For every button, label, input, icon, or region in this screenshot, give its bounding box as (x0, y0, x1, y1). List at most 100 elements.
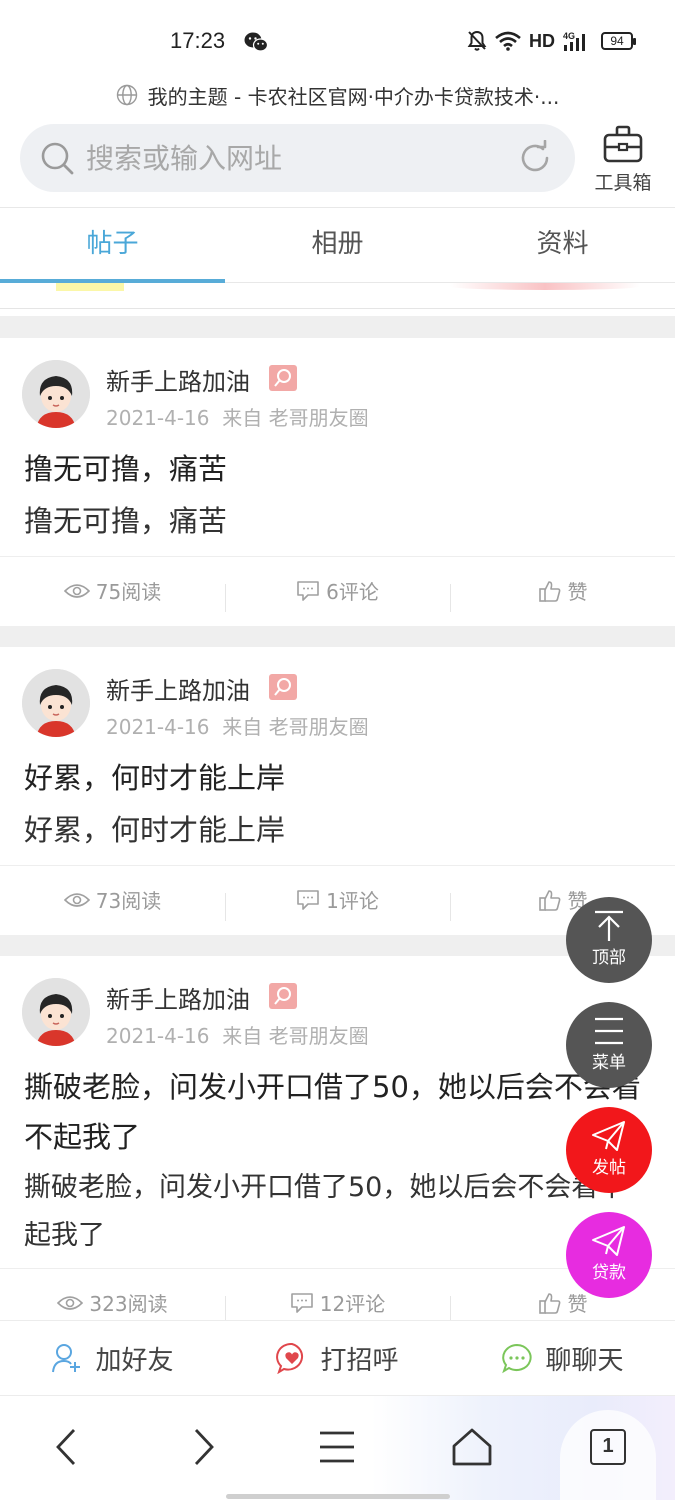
page-title: 我的主题 - 卡农社区官网·中介办卡贷款技术·... (147, 84, 560, 109)
like-button[interactable]: 赞 (450, 576, 675, 612)
post-title[interactable]: 好累，何时才能上岸 (24, 753, 651, 803)
signal-icon: 4G (563, 31, 585, 51)
menu-label: 菜单 (592, 1053, 626, 1073)
comment-button[interactable]: 6评论 (225, 576, 450, 612)
post-source: 来自 老哥朋友圈 (222, 715, 369, 739)
comment-count-label: 1评论 (326, 889, 379, 913)
post-body[interactable]: 撕破老脸，问发小开口借了50，她以后会不会看不起我了 (24, 1164, 645, 1260)
globe-icon (116, 84, 137, 106)
level-badge-icon (269, 983, 297, 1009)
post-title[interactable]: 撸无可撸，痛苦 (24, 444, 651, 494)
new-post-label: 发帖 (592, 1158, 626, 1178)
search-bar[interactable] (20, 124, 575, 192)
read-count: 75阅读 (0, 576, 225, 605)
author-name[interactable]: 新手上路加油 (106, 671, 250, 706)
comment-button[interactable]: 12评论 (225, 1288, 450, 1320)
status-time: 17:23 (170, 28, 226, 53)
post-date: 2021-4-16 (106, 406, 210, 430)
comment-button[interactable]: 1评论 (225, 885, 450, 921)
post-card[interactable]: 新手上路加油 2021-4-16 来自 老哥朋友圈 好累，何时才能上岸 好累，何… (0, 647, 675, 935)
loan-label: 贷款 (592, 1263, 626, 1283)
toolbox-button[interactable]: 工具箱 (588, 124, 658, 196)
read-count-label: 323阅读 (89, 1292, 168, 1316)
post-date: 2021-4-16 (106, 1024, 210, 1048)
level-badge-icon (269, 674, 297, 700)
comment-icon (297, 889, 319, 910)
svg-text:4G: 4G (563, 31, 575, 41)
profile-tabs: 帖子 相册 资料 (0, 207, 675, 283)
comment-count-label: 6评论 (326, 580, 379, 604)
chat-button[interactable]: 聊聊天 (450, 1321, 675, 1395)
battery-icon: 94 (601, 32, 636, 50)
author-name[interactable]: 新手上路加油 (106, 362, 250, 397)
eye-icon (63, 583, 90, 598)
new-post-button[interactable]: 发帖 (566, 1107, 652, 1193)
highlight-mark (56, 283, 124, 291)
browser-menu-button[interactable] (312, 1422, 362, 1472)
chevron-left-icon (56, 1429, 76, 1465)
post-source: 来自 老哥朋友圈 (222, 1024, 369, 1048)
thumbs-up-icon (538, 580, 560, 602)
hamburger-icon (320, 1431, 354, 1463)
tab-profile[interactable]: 资料 (450, 208, 675, 282)
previous-post-edge (0, 283, 675, 309)
post-meta: 2021-4-16 来自 老哥朋友圈 (106, 402, 369, 431)
status-icons: HD 4G 94 (467, 30, 636, 52)
author-name[interactable]: 新手上路加油 (106, 980, 250, 1015)
avatar-image (22, 978, 90, 1046)
comment-icon (297, 580, 319, 601)
post-source: 来自 老哥朋友圈 (222, 406, 369, 430)
avatar[interactable] (22, 360, 90, 428)
page-title-row[interactable]: 我的主题 - 卡农社区官网·中介办卡贷款技术·... (0, 80, 675, 110)
eye-icon (63, 892, 90, 907)
post-date: 2021-4-16 (106, 715, 210, 739)
home-button[interactable] (447, 1422, 497, 1472)
greet-button[interactable]: 打招呼 (225, 1321, 450, 1395)
back-to-top-label: 顶部 (592, 948, 626, 968)
tab-posts[interactable]: 帖子 (0, 208, 225, 283)
post-body[interactable]: 好累，何时才能上岸 (24, 805, 651, 855)
comment-icon (290, 1292, 313, 1313)
level-badge-icon (269, 365, 297, 391)
paper-plane-icon (592, 1226, 625, 1256)
comment-count-label: 12评论 (319, 1292, 386, 1316)
forward-button[interactable] (178, 1422, 228, 1472)
loan-button[interactable]: 贷款 (566, 1212, 652, 1298)
heart-bubble-icon (276, 1342, 304, 1374)
post-body[interactable]: 撸无可撸，痛苦 (24, 496, 651, 546)
like-label: 赞 (567, 1292, 588, 1316)
home-icon (452, 1428, 492, 1466)
search-input[interactable] (86, 138, 506, 178)
tab-album[interactable]: 相册 (225, 208, 450, 282)
back-to-top-button[interactable]: 顶部 (566, 897, 652, 983)
add-friend-label: 加好友 (95, 1345, 174, 1376)
arrow-up-icon (595, 910, 623, 941)
wechat-icon (244, 32, 268, 52)
mute-bell-icon (467, 30, 487, 51)
toolbox-label: 工具箱 (594, 172, 652, 194)
refresh-icon[interactable] (517, 140, 553, 176)
like-label: 赞 (567, 580, 588, 604)
avatar-image (22, 669, 90, 737)
avatar[interactable] (22, 669, 90, 737)
post-title[interactable]: 撕破老脸，问发小开口借了50，她以后会不会看不起我了 (24, 1062, 645, 1162)
network-type: HD (529, 30, 555, 51)
tab-count: 1 (590, 1429, 626, 1465)
thumbs-up-icon (538, 889, 560, 911)
search-icon (41, 142, 74, 175)
add-friend-button[interactable]: 加好友 (0, 1321, 225, 1395)
home-indicator[interactable] (226, 1494, 450, 1499)
like-button[interactable]: 赞 (450, 885, 675, 921)
like-button[interactable]: 赞 (450, 1288, 675, 1320)
menu-button[interactable]: 菜单 (566, 1002, 652, 1088)
avatar[interactable] (22, 978, 90, 1046)
back-button[interactable] (42, 1422, 92, 1472)
decorative-shadow (450, 283, 640, 290)
tabs-button[interactable]: 1 (583, 1422, 633, 1472)
eye-icon (57, 1295, 84, 1310)
post-card[interactable]: 新手上路加油 2021-4-16 来自 老哥朋友圈 撸无可撸，痛苦 撸无可撸，痛… (0, 338, 675, 626)
toolbox-icon (603, 125, 643, 163)
menu-icon (595, 1017, 623, 1045)
browser-nav-bar: 1 (0, 1396, 675, 1500)
friend-action-bar: 加好友 打招呼 聊聊天 (0, 1320, 675, 1396)
